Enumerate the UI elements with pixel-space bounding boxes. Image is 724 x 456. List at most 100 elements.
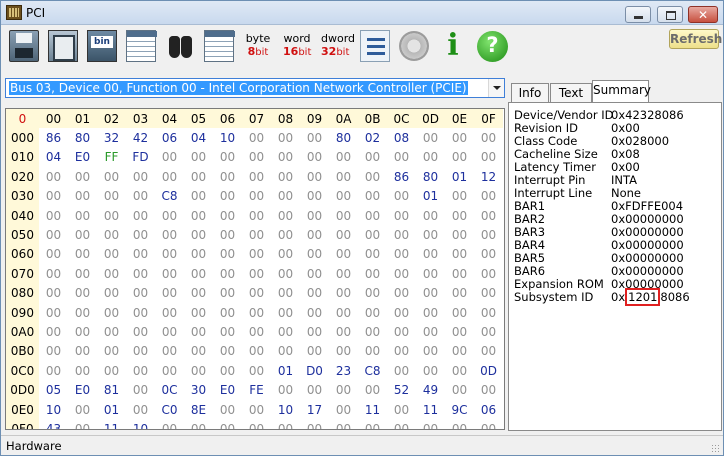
hex-cell[interactable]: 00 [213,206,242,225]
hex-cell[interactable]: 00 [300,419,329,429]
hex-cell[interactable]: 01 [97,400,126,419]
hex-cell[interactable]: 00 [474,322,503,341]
hex-cell[interactable]: FD [126,148,155,167]
hex-cell[interactable]: 00 [387,148,416,167]
hex-cell[interactable]: 00 [329,225,358,244]
hex-cell[interactable]: 23 [329,361,358,380]
hex-cell[interactable]: 00 [329,206,358,225]
hex-cell[interactable]: 00 [184,419,213,429]
hex-cell[interactable]: 00 [300,322,329,341]
hex-cell[interactable]: 00 [97,225,126,244]
hex-cell[interactable]: 52 [387,380,416,399]
hex-cell[interactable]: 00 [126,284,155,303]
hex-cell[interactable]: 00 [155,264,184,283]
hex-cell[interactable]: 00 [39,284,68,303]
hex-cell[interactable]: C0 [155,400,184,419]
hex-cell[interactable]: 00 [68,167,97,186]
hex-cell[interactable]: 30 [184,380,213,399]
hex-cell[interactable]: 00 [329,322,358,341]
hex-cell[interactable]: 00 [97,167,126,186]
hex-cell[interactable]: 00 [445,284,474,303]
save-binary-icon[interactable]: bin [87,30,117,62]
refresh-button[interactable]: Refresh [669,29,722,49]
hex-cell[interactable]: 00 [329,187,358,206]
hex-cell[interactable]: 00 [97,264,126,283]
hex-cell[interactable]: 00 [271,225,300,244]
hex-cell[interactable]: 00 [474,380,503,399]
hex-cell[interactable]: 00 [300,128,329,147]
hex-cell[interactable]: 00 [300,303,329,322]
hex-cell[interactable]: E0 [68,148,97,167]
hex-cell[interactable]: 00 [416,284,445,303]
hex-cell[interactable]: 00 [271,419,300,429]
hex-cell[interactable]: 00 [184,342,213,361]
hex-cell[interactable]: 00 [184,322,213,341]
hex-cell[interactable]: 00 [474,419,503,429]
hex-cell[interactable]: 00 [474,225,503,244]
hex-cell[interactable]: 00 [155,284,184,303]
tab-summary[interactable]: Summary [592,80,651,103]
hex-cell[interactable]: 00 [387,361,416,380]
hex-cell[interactable]: 00 [271,187,300,206]
hex-cell[interactable]: 00 [474,342,503,361]
hex-cell[interactable]: 06 [155,128,184,147]
hex-cell[interactable]: 00 [300,187,329,206]
hex-cell[interactable]: 11 [97,419,126,429]
hex-cell[interactable]: 00 [126,225,155,244]
hex-cell[interactable]: 81 [97,380,126,399]
hex-cell[interactable]: 00 [271,284,300,303]
hex-cell[interactable]: 00 [126,400,155,419]
open-folder-icon[interactable] [126,30,157,62]
hex-cell[interactable]: 00 [242,322,271,341]
hex-cell[interactable]: 00 [242,206,271,225]
hex-cell[interactable]: 00 [300,225,329,244]
hex-cell[interactable]: 00 [358,380,387,399]
hex-cell[interactable]: 00 [387,245,416,264]
hex-cell[interactable]: 00 [242,303,271,322]
hex-cell[interactable]: 00 [474,187,503,206]
hex-grid[interactable]: 0 00 01 02 03 04 05 06 07 08 09 0A 0B 0C 0D 0E 0F 000 86 80… [5,108,505,430]
hex-cell[interactable]: 00 [126,264,155,283]
hex-cell[interactable]: 32 [97,128,126,147]
hex-cell[interactable]: 00 [416,128,445,147]
hex-cell[interactable]: 00 [242,128,271,147]
hex-cell[interactable]: 00 [445,303,474,322]
hex-cell[interactable]: 00 [445,419,474,429]
hex-cell[interactable]: 00 [474,303,503,322]
hex-cell[interactable]: 00 [445,148,474,167]
resize-grip-icon[interactable] [711,444,721,454]
hex-cell[interactable]: 00 [242,187,271,206]
hex-cell[interactable]: 00 [271,264,300,283]
close-button[interactable]: ✕ [688,6,718,23]
hex-cell[interactable]: 00 [155,322,184,341]
hex-cell[interactable]: 00 [213,148,242,167]
hex-cell[interactable]: 00 [68,361,97,380]
hex-cell[interactable]: 00 [97,187,126,206]
hex-cell[interactable]: 00 [184,206,213,225]
hex-cell[interactable]: 00 [358,148,387,167]
hex-cell[interactable]: 00 [126,187,155,206]
hex-cell[interactable]: 00 [300,284,329,303]
hex-cell[interactable]: 00 [213,303,242,322]
hex-cell[interactable]: 00 [387,187,416,206]
hex-cell[interactable]: 00 [271,303,300,322]
hex-cell[interactable]: 00 [155,419,184,429]
hex-cell[interactable]: 00 [39,322,68,341]
hex-cell[interactable]: 17 [300,400,329,419]
hex-cell[interactable]: 00 [387,342,416,361]
hex-cell[interactable]: 00 [300,148,329,167]
hex-cell[interactable]: 00 [474,245,503,264]
hex-cell[interactable]: 00 [242,342,271,361]
hex-cell[interactable]: 00 [97,303,126,322]
hex-cell[interactable]: 08 [387,128,416,147]
hex-cell[interactable]: 00 [416,206,445,225]
hex-cell[interactable]: 00 [416,361,445,380]
hex-cell[interactable]: 00 [271,167,300,186]
hex-cell[interactable]: 00 [387,400,416,419]
hex-cell[interactable]: 00 [184,264,213,283]
hex-cell[interactable]: 00 [387,284,416,303]
hex-cell[interactable]: 10 [213,128,242,147]
hex-cell[interactable]: 00 [126,167,155,186]
hex-cell[interactable]: 00 [358,245,387,264]
hex-cell[interactable]: 00 [358,419,387,429]
